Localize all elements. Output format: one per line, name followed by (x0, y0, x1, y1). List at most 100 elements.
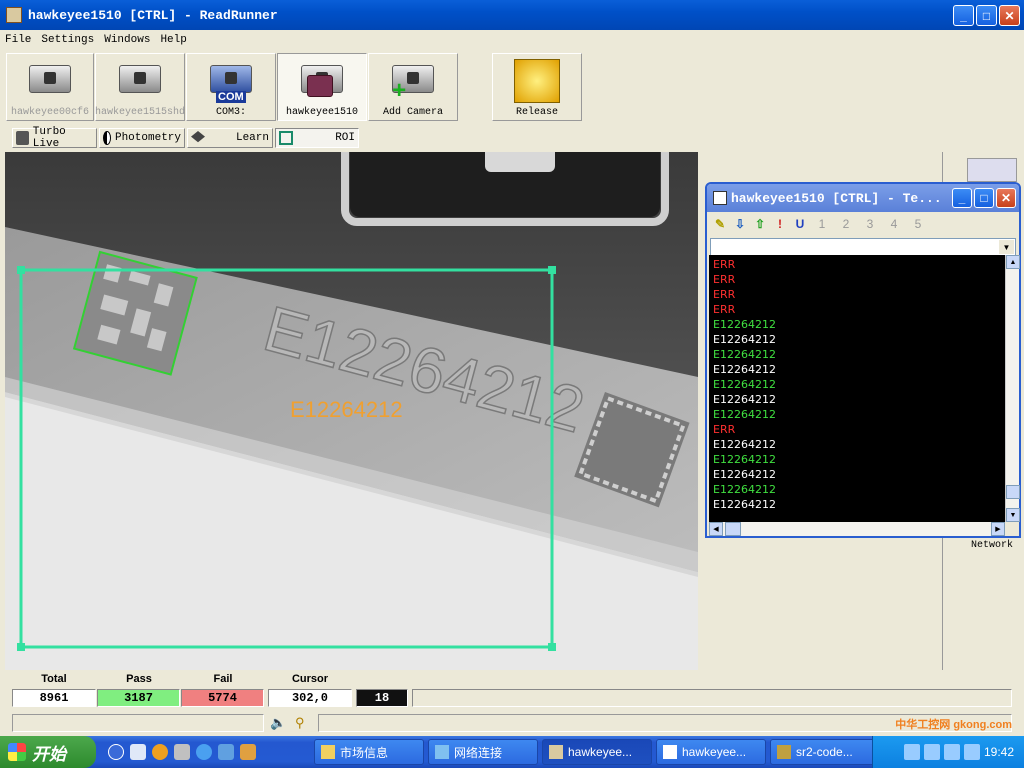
u-icon[interactable]: U (791, 215, 809, 233)
horizontal-scrollbar[interactable]: ◀ ▶ (709, 522, 1005, 536)
scroll-down-icon[interactable]: ▼ (1006, 508, 1020, 522)
menu-help[interactable]: Help (155, 34, 191, 46)
total-label: Total (41, 673, 67, 685)
log-line: E12264212 (713, 318, 776, 331)
start-button[interactable]: 开始 (0, 736, 96, 768)
title-bar[interactable]: hawkeyee1510 [CTRL] - ReadRunner _ □ ✕ (0, 0, 1024, 30)
clock[interactable]: 19:42 (984, 745, 1014, 759)
close-button[interactable]: ✕ (999, 5, 1020, 26)
task-sr2-code[interactable]: sr2-code... (770, 739, 880, 765)
tool-5-button[interactable]: 5 (907, 217, 929, 231)
task-label: 市场信息 (340, 745, 389, 760)
com-badge: COM (216, 91, 246, 103)
terminal-window: hawkeyee1510 [CTRL] - Te... _ □ ✕ ✎ ⇩ ⇧ … (705, 182, 1021, 538)
scroll-up-icon[interactable]: ▲ (1006, 255, 1020, 269)
learn-icon (191, 131, 205, 143)
camera-button-hawkeyee1510[interactable]: hawkeyee1510 (277, 53, 367, 121)
scroll-left-icon[interactable]: ◀ (709, 522, 723, 536)
add-camera-button[interactable]: + Add Camera (368, 53, 458, 121)
network-icon (435, 745, 449, 759)
task-network-connections[interactable]: 网络连接 (428, 739, 538, 765)
tool-2-button[interactable]: 2 (835, 217, 857, 231)
quicklaunch-icon-3[interactable] (152, 744, 168, 760)
menu-windows[interactable]: Windows (99, 34, 155, 46)
log-line: E12264212 (713, 363, 776, 376)
log-line: E12264212 (713, 468, 776, 481)
log-line: E12264212 (713, 483, 776, 496)
learn-button[interactable]: Learn (187, 128, 273, 148)
roi-button[interactable]: ROI (275, 128, 359, 148)
task-hawkeyee-readrunner[interactable]: hawkeyee... (542, 739, 652, 765)
roi-handle-top-right[interactable] (548, 266, 556, 274)
terminal-title: hawkeyee1510 [CTRL] - Te... (731, 190, 942, 206)
roi-handle-top-left[interactable] (17, 266, 25, 274)
alert-icon[interactable]: ! (771, 215, 789, 233)
release-button[interactable]: Release (492, 53, 582, 121)
minimize-button[interactable]: _ (953, 5, 974, 26)
quicklaunch-icon-1[interactable] (108, 744, 124, 760)
log-line: E12264212 (713, 378, 776, 391)
tool-3-button[interactable]: 3 (859, 217, 881, 231)
photometry-button[interactable]: Photometry (99, 128, 185, 148)
pass-value: 3187 (97, 689, 180, 707)
menu-bar: File Settings Windows Help (0, 30, 1024, 50)
com3-button[interactable]: COM COM3: (186, 53, 276, 121)
program-icon (777, 745, 791, 759)
quicklaunch-icon-4[interactable] (174, 744, 190, 760)
status-bar: 🔈 ⚲ (0, 712, 1024, 734)
roi-handle-bottom-right[interactable] (548, 643, 556, 651)
volume-icon[interactable] (943, 744, 960, 760)
terminal-maximize-button[interactable]: □ (974, 188, 994, 208)
pixel-value: 18 (356, 689, 408, 707)
task-market-info[interactable]: 市场信息 (314, 739, 424, 765)
status-field (412, 689, 1012, 707)
roi-handle-bottom-left[interactable] (17, 643, 25, 651)
quicklaunch-icon-7[interactable] (240, 744, 256, 760)
decoded-result-text: E12264212 (290, 397, 403, 422)
network-label[interactable]: Network (943, 540, 1023, 551)
terminal-title-bar[interactable]: hawkeyee1510 [CTRL] - Te... _ □ ✕ (707, 184, 1019, 212)
chevron-down-icon[interactable]: ▼ (999, 240, 1014, 254)
terminal-close-button[interactable]: ✕ (996, 188, 1016, 208)
start-label: 开始 (32, 744, 66, 764)
task-list: 市场信息 网络连接 hawkeyee... hawkeyee... sr2-co… (314, 739, 880, 765)
turbo-live-button[interactable]: Turbo Live (12, 126, 97, 150)
upload-icon[interactable]: ⇧ (751, 215, 769, 233)
scroll-thumb[interactable] (1006, 485, 1020, 499)
tool-4-button[interactable]: 4 (883, 217, 905, 231)
menu-settings[interactable]: Settings (36, 34, 99, 46)
download-icon[interactable]: ⇩ (731, 215, 749, 233)
edit-icon[interactable]: ✎ (711, 215, 729, 233)
probe-icon[interactable]: ⚲ (295, 715, 305, 731)
window-thumbnail[interactable] (967, 158, 1017, 182)
vertical-scrollbar[interactable]: ▲ ▼ (1005, 255, 1020, 522)
lock-icon (307, 75, 333, 97)
camera-image-view[interactable]: E12264212 E12264212 (5, 152, 698, 670)
log-line: E12264212 (713, 498, 776, 511)
network-tray-icon[interactable] (963, 744, 980, 760)
app-icon (6, 7, 22, 23)
quicklaunch-icon-6[interactable] (218, 744, 234, 760)
menu-file[interactable]: File (0, 34, 36, 46)
log-line: ERR (713, 258, 736, 271)
help-icon[interactable] (923, 744, 940, 760)
terminal-log[interactable]: ERR ERR ERR ERR E12264212 E12264212 E12264212 E… (709, 255, 1005, 522)
terminal-minimize-button[interactable]: _ (952, 188, 972, 208)
camera-button-hawkeyee1515shd[interactable]: hawkeyee1515shd (95, 53, 185, 121)
log-line: ERR (713, 423, 736, 436)
camera-toolbar: hawkeyee00cf6 hawkeyee1515shd COM COM3: … (0, 51, 1024, 125)
command-combobox[interactable]: ▼ (710, 238, 1016, 256)
tool-1-button[interactable]: 1 (811, 217, 833, 231)
learn-label: Learn (235, 132, 269, 144)
speaker-icon[interactable]: 🔈 (270, 715, 286, 731)
quicklaunch-icon-2[interactable] (130, 744, 146, 760)
h-scroll-thumb[interactable] (725, 522, 741, 536)
com-port-icon (210, 65, 252, 93)
task-hawkeyee-terminal[interactable]: hawkeyee... (656, 739, 766, 765)
scroll-right-icon[interactable]: ▶ (991, 522, 1005, 536)
maximize-button[interactable]: □ (976, 5, 997, 26)
keyboard-icon[interactable] (903, 744, 920, 760)
ie-icon[interactable] (196, 744, 212, 760)
camera-button-hawkeyee00cf6[interactable]: hawkeyee00cf6 (6, 53, 94, 121)
quick-launch (108, 744, 256, 760)
